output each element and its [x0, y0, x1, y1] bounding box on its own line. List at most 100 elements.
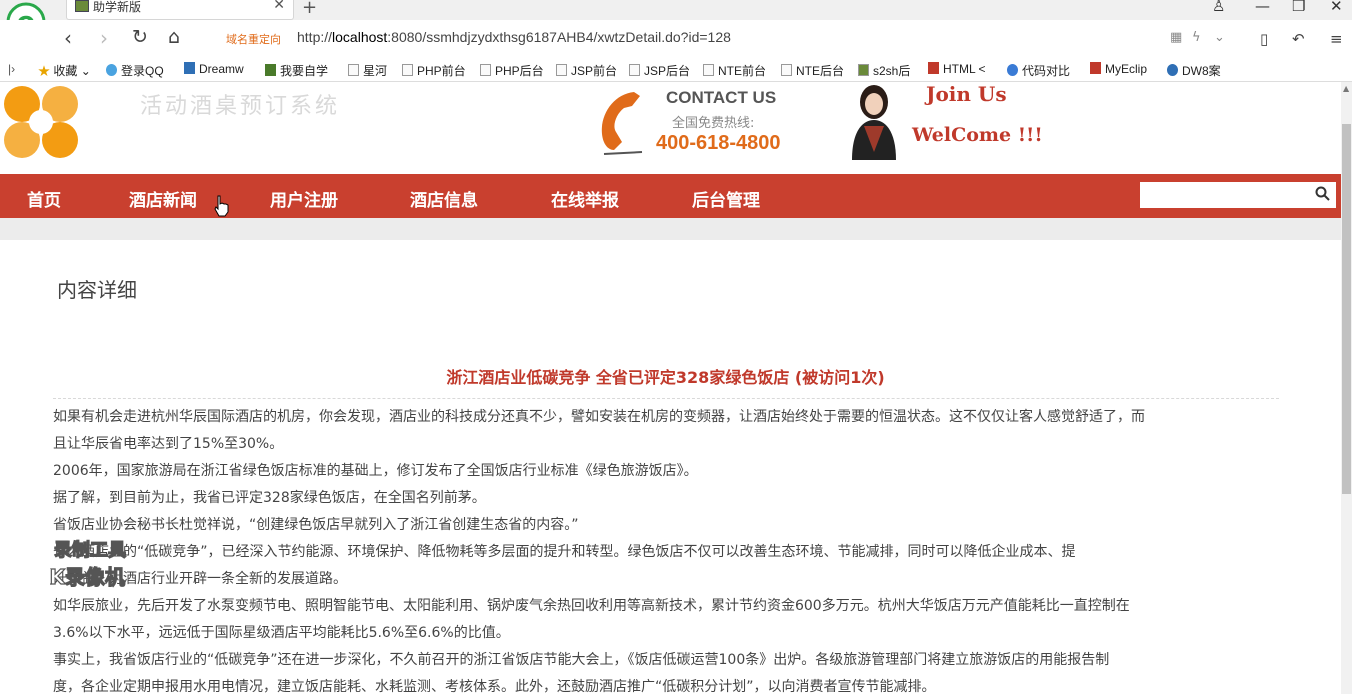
- dreamweaver-icon: [184, 62, 195, 74]
- bookmark-item[interactable]: 我要自学: [265, 62, 328, 79]
- bookmark-item[interactable]: 登录QQ: [106, 62, 164, 79]
- bookmark-label: NTE前台: [718, 64, 767, 78]
- myeclipse-icon: [1090, 62, 1101, 74]
- bookmark-item[interactable]: HTML <: [928, 62, 986, 76]
- bookmark-label: DW8案: [1182, 64, 1221, 78]
- article-line: 据了解，到目前为止，我省已评定328家绿色饭店，在全国名列前茅。: [53, 490, 486, 506]
- bookmark-item[interactable]: s2sh后: [858, 62, 910, 79]
- back-icon[interactable]: ‹: [64, 26, 72, 50]
- phone-icon: [601, 92, 643, 155]
- bookmark-item[interactable]: NTE后台: [781, 62, 844, 79]
- article-line: 省饭店业协会秘书长杜觉祥说，“创建绿色饭店早就列入了浙江省创建生态省的内容。”: [53, 517, 579, 533]
- nav-home[interactable]: 首页: [27, 186, 61, 211]
- nav-shadow-strip: [0, 218, 1341, 240]
- address-toolbar: ‹ › ↻ ⌂ 域名重定向 http://localhost:8080/ssmh…: [0, 20, 1352, 58]
- bookmarks-bar: |› ★ 收藏 ⌄ 登录QQ Dreamw 我要自学 星河 PHP前台 PHP后…: [0, 58, 1352, 82]
- bookmark-label: JSP前台: [571, 64, 618, 78]
- close-tab-icon[interactable]: ✕: [273, 0, 285, 13]
- scroll-up-icon[interactable]: ▲: [1343, 84, 1349, 93]
- lightning-icon[interactable]: ϟ: [1192, 30, 1201, 45]
- nav-admin[interactable]: 后台管理: [692, 186, 760, 211]
- bookmark-label: PHP后台: [495, 64, 544, 78]
- bookmark-item[interactable]: DW8案: [1167, 62, 1221, 79]
- site-title: 活动酒桌预订系统: [140, 94, 341, 119]
- shirt-skin-icon[interactable]: ♙: [1212, 0, 1225, 15]
- dropdown-icon[interactable]: ⌄: [1214, 30, 1225, 45]
- bookmark-label: NTE后台: [796, 64, 845, 78]
- bookmark-item[interactable]: 代码对比: [1007, 62, 1070, 79]
- bookmark-item[interactable]: Dreamw: [184, 62, 244, 76]
- bookmark-item[interactable]: JSP前台: [556, 62, 617, 79]
- minimize-icon[interactable]: —: [1255, 0, 1270, 15]
- close-window-icon[interactable]: ✕: [1330, 0, 1343, 15]
- browser-window: { "browser": { "tab_title": "助学新版", "red…: [0, 0, 1352, 694]
- article-line: 3.6%以下水平，远远低于国际星级酒店平均能耗比5.6%至6.6%的比值。: [53, 625, 510, 641]
- image-icon: [858, 64, 869, 76]
- nav-online-report[interactable]: 在线举报: [551, 186, 619, 211]
- nav-user-register[interactable]: 用户注册: [270, 186, 338, 211]
- scrollbar-thumb[interactable]: [1342, 124, 1351, 494]
- recorder-watermark: 录制工具 KK录像机: [50, 539, 127, 589]
- nav-hotel-news[interactable]: 酒店新闻: [129, 186, 197, 211]
- page-icon: [781, 64, 792, 76]
- home-icon[interactable]: ⌂: [168, 26, 180, 48]
- page-icon: [703, 64, 714, 76]
- bookmark-item[interactable]: PHP前台: [402, 62, 466, 79]
- undo-icon[interactable]: ↶: [1292, 30, 1305, 48]
- nav-hotel-info[interactable]: 酒店信息: [410, 186, 478, 211]
- url-input[interactable]: http://localhost:8080/ssmhdjzydxthsg6187…: [297, 29, 731, 45]
- page-icon: [480, 64, 491, 76]
- model-portrait-icon: [852, 85, 896, 160]
- search-icon[interactable]: [1315, 186, 1330, 201]
- watermark-line2: KK录像机: [50, 565, 125, 589]
- bookmark-item[interactable]: PHP后台: [480, 62, 544, 79]
- bookmark-label: 星河: [363, 64, 388, 78]
- watermark-line1: 录制工具: [54, 540, 126, 561]
- forward-icon[interactable]: ›: [100, 26, 108, 50]
- qr-code-icon[interactable]: ▦: [1170, 30, 1182, 45]
- bookmark-item[interactable]: 星河: [348, 62, 387, 79]
- contact-us: CONTACT US: [666, 88, 777, 107]
- page-icon: [348, 64, 359, 76]
- bookmark-label: Dreamw: [199, 62, 244, 76]
- page-icon: [556, 64, 567, 76]
- bookmark-label: JSP后台: [644, 64, 691, 78]
- reload-icon[interactable]: ↻: [132, 26, 148, 48]
- bookmark-label: 我要自学: [280, 64, 329, 78]
- tab-strip: e 助学新版 ✕ + ♙ — ❐ ✕: [0, 0, 1352, 42]
- bookmark-label: 登录QQ: [121, 64, 164, 78]
- bookmark-label: s2sh后: [873, 64, 911, 78]
- bookmark-label: 收藏: [53, 64, 78, 78]
- bookmark-item[interactable]: NTE前台: [703, 62, 766, 79]
- reader-icon[interactable]: ▯: [1260, 30, 1268, 48]
- bookmark-item[interactable]: JSP后台: [629, 62, 690, 79]
- join-us: Join Us: [926, 82, 1007, 106]
- page-icon: [629, 64, 640, 76]
- redirect-label: 域名重定向: [226, 33, 281, 46]
- article-line: 度，各企业定期申报用水用电情况，建立饭店能耗、水耗监测、考核体系。此外，还鼓励酒…: [53, 679, 936, 694]
- welcome-text: WelCome !!!: [912, 124, 1043, 146]
- sidebar-toggle-icon[interactable]: |›: [8, 62, 15, 76]
- restore-icon[interactable]: ❐: [1292, 0, 1305, 15]
- site-search-input[interactable]: [1140, 182, 1336, 208]
- bookmark-item[interactable]: MyEclip: [1090, 62, 1147, 76]
- section-title: 内容详细: [57, 278, 137, 302]
- bookmark-favorites[interactable]: ★ 收藏 ⌄: [38, 62, 91, 79]
- article-line: 事实上，我省饭店行业的“低碳竞争”还在进一步深化，不久前召开的浙江省饭店节能大会…: [53, 652, 1110, 668]
- hotline-number: 400-618-4800: [656, 132, 781, 154]
- compare-icon: [1007, 64, 1018, 76]
- article-line: 2006年，国家旅游局在浙江省绿色饭店标准的基础上，修订发布了全国饭店行业标准《…: [53, 463, 698, 479]
- page-scrollbar[interactable]: ▲: [1341, 82, 1352, 694]
- tab-active[interactable]: 助学新版 ✕: [66, 0, 294, 20]
- html-icon: [928, 62, 939, 74]
- new-tab-icon[interactable]: +: [302, 0, 317, 18]
- url-rest: :8080/ssmhdjzydxthsg6187AHB4/xwtzDetail.…: [387, 29, 731, 45]
- bookmark-label: MyEclip: [1105, 62, 1148, 76]
- qq-icon: [106, 64, 117, 76]
- article-line: 且让华辰省电率达到了15%至30%。: [53, 436, 284, 452]
- article-line: 省内酒店业的“低碳竞争”，已经深入节约能源、环境保护、降低物耗等多层面的提升和转…: [53, 544, 1076, 560]
- url-host: localhost: [332, 29, 388, 45]
- paw-icon: [1167, 64, 1178, 76]
- bookmark-label: 代码对比: [1022, 64, 1071, 78]
- menu-icon[interactable]: ≡: [1330, 30, 1343, 48]
